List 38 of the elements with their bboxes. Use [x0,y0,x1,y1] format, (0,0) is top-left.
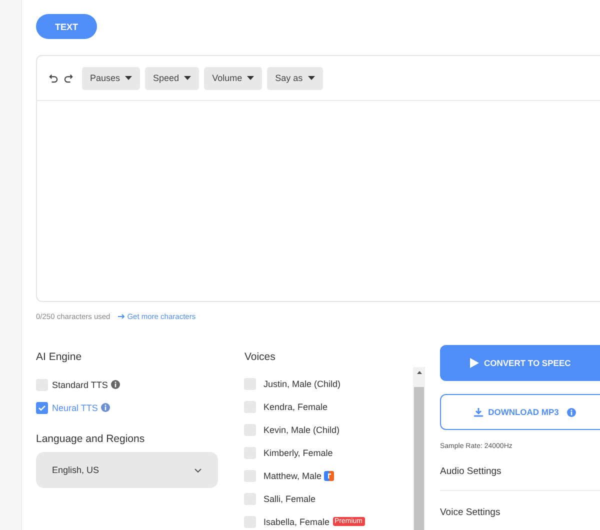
info-icon [100,403,110,412]
scrollbar[interactable] [413,367,425,530]
chevron-icon [194,468,202,472]
voice-label: Kimberly, Female [263,448,333,458]
toolbar-dropdown[interactable]: Volume [204,66,262,90]
caret-icon [247,76,254,80]
section-heading: AI Engine [36,351,83,363]
engine-checkbox[interactable] [36,402,48,414]
engine-label: Standard TTS [52,380,108,390]
play-icon [470,358,479,368]
download-icon [474,408,484,416]
info-icon [110,380,120,389]
voice-label: Salli, Female [263,494,316,504]
caret-icon [125,76,132,80]
redo-icon[interactable] [64,74,73,82]
settings-section-header[interactable]: Voice Settings [440,493,600,530]
toolbar-dropdown[interactable]: Pauses [82,66,140,90]
section-heading: Language and Regions [36,433,146,445]
undo-icon[interactable] [49,74,58,82]
settings-section-header[interactable]: Audio Settings [440,452,600,491]
toolbar-dropdown[interactable]: Say as [267,66,323,90]
engine-label: Neural TTS [52,402,98,412]
voice-label: Justin, Male (Child) [263,378,340,388]
voice-label: Matthew, Male [263,470,322,480]
arrow-icon [118,314,126,319]
info-icon [566,408,576,416]
voice-label: Kevin, Male (Child) [263,424,340,434]
section-heading: Voices [244,351,276,363]
toolbar-dropdown[interactable]: Speed [145,66,200,90]
voice-label: Kendra, Female [263,402,328,412]
language-select[interactable]: English, US [36,452,218,488]
scroll-up-icon[interactable] [416,371,422,374]
caret-icon [308,76,315,80]
text-editor[interactable]: Pauses Speed Volume Say as [36,55,600,302]
caret-icon [184,76,192,80]
voice-label: Isabella, Female [263,516,330,526]
badge-icon [324,470,334,480]
check-icon [38,404,46,412]
